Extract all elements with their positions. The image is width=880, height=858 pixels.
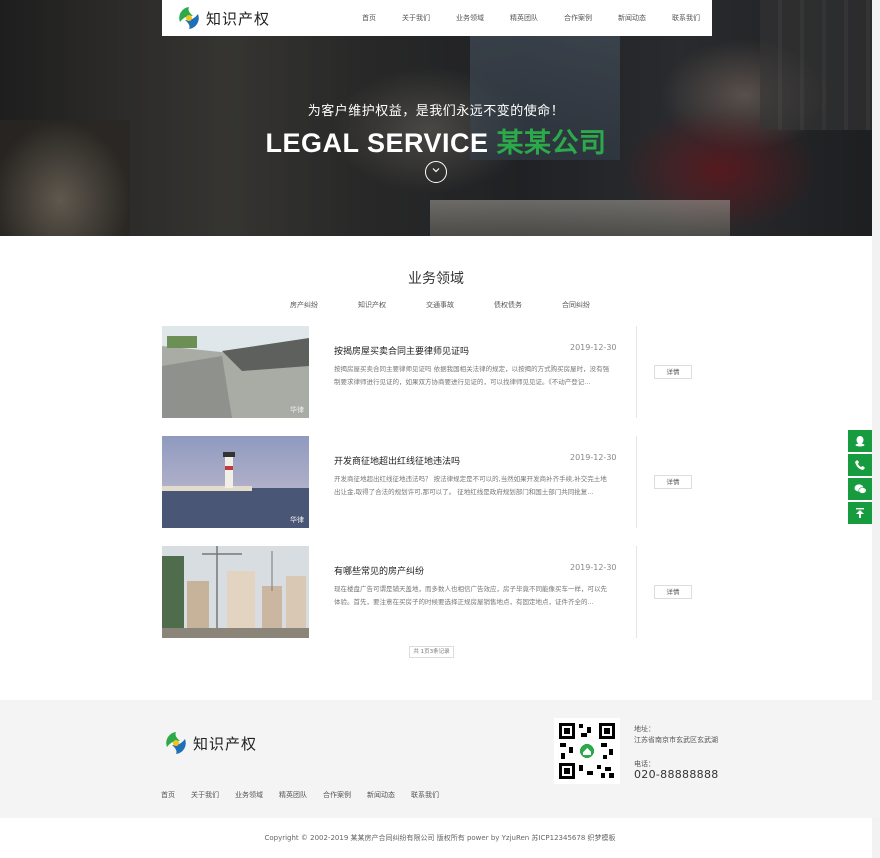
nav-item-business[interactable]: 业务领域: [456, 0, 484, 36]
nav-item-about[interactable]: 关于我们: [402, 0, 430, 36]
news-thumbnail[interactable]: 华律: [162, 436, 309, 528]
news-date: 2019-12-30: [570, 453, 617, 462]
list-item: 华律 按揭房屋买卖合同主要律师见证吗 2019-12-30 按揭房屋买卖合同主要…: [162, 326, 712, 418]
hero-title-cn: 某某公司: [496, 128, 607, 158]
footer-logo[interactable]: 知识产权: [163, 730, 257, 756]
wechat-icon[interactable]: [848, 478, 872, 500]
tab-contract-dispute[interactable]: 合同纠纷: [562, 300, 590, 310]
logo-icon: [164, 731, 188, 755]
news-title[interactable]: 有哪些常见的房产纠纷: [334, 564, 424, 577]
hero-tagline: 为客户维护权益，是我们永远不变的使命！: [307, 104, 565, 119]
logo-icon: [177, 6, 201, 30]
tab-traffic-accident[interactable]: 交通事故: [426, 300, 454, 310]
tel-number: 020-88888888: [634, 768, 719, 781]
news-summary: 现在楼盘广告可谓是铺天盖地，而多数人也相信广告效应，房子毕竟不同能像买车一样，可…: [334, 585, 607, 606]
tab-intellectual-property[interactable]: 知识产权: [358, 300, 386, 310]
nav-item-team[interactable]: 精英团队: [510, 0, 538, 36]
qq-icon[interactable]: [848, 430, 872, 452]
chevron-down-icon[interactable]: [425, 161, 447, 183]
footer-link-team[interactable]: 精英团队: [279, 790, 307, 800]
back-to-top-icon[interactable]: [848, 502, 872, 524]
list-item: 有哪些常见的房产纠纷 2019-12-30 现在楼盘广告可谓是铺天盖地，而多数人…: [162, 546, 712, 638]
address-text: 江苏省南京市玄武区玄武湖: [634, 736, 718, 744]
side-toolbar: [848, 430, 872, 526]
svg-text:华律: 华律: [290, 405, 304, 414]
news-summary: 开发商征地超出红线征地违法吗？ 按法律规定是不可以的,当然如果开发商补齐手续,补…: [334, 475, 607, 496]
divider: [636, 326, 637, 418]
detail-button[interactable]: 详情: [654, 365, 692, 379]
main-nav: 首页 关于我们 业务领域 精英团队 合作案例 新闻动态 联系我们: [336, 0, 700, 36]
divider: [636, 546, 637, 638]
section-title: 业务领域: [408, 271, 464, 287]
site-footer: 知识产权 首页 关于我们 业务领域 精英团队 合作案例 新闻动态 联系我们 地址…: [0, 700, 880, 818]
footer-link-news[interactable]: 新闻动态: [367, 790, 395, 800]
news-thumbnail[interactable]: 华律: [162, 326, 309, 418]
qr-code-icon: [554, 718, 620, 784]
news-thumbnail[interactable]: [162, 546, 309, 638]
hero-title: LEGAL SERVICE 某某公司: [0, 121, 872, 160]
nav-item-contact[interactable]: 联系我们: [672, 0, 700, 36]
footer-link-cases[interactable]: 合作案例: [323, 790, 351, 800]
news-date: 2019-12-30: [570, 563, 617, 572]
category-tabs: 房产纠纷 知识产权 交通事故 债权债务 合同纠纷: [290, 300, 590, 310]
detail-button[interactable]: 详情: [654, 585, 692, 599]
news-summary: 按揭房屋买卖合同主要律师见证吗 依据我国相关法律的规定，以按揭的方式购买房屋时，…: [334, 365, 610, 386]
footer-link-business[interactable]: 业务领域: [235, 790, 263, 800]
site-header: 知识产权 首页 关于我们 业务领域 精英团队 合作案例 新闻动态 联系我们: [162, 0, 712, 36]
phone-icon[interactable]: [848, 454, 872, 476]
tab-debt[interactable]: 债权债务: [494, 300, 522, 310]
nav-item-home[interactable]: 首页: [362, 0, 376, 36]
footer-link-home[interactable]: 首页: [161, 790, 175, 800]
site-logo[interactable]: 知识产权: [176, 5, 270, 31]
svg-text:华律: 华律: [290, 515, 304, 524]
footer-link-contact[interactable]: 联系我们: [411, 790, 439, 800]
pagination-info: 共 1页3条记录: [409, 646, 454, 658]
footer-link-about[interactable]: 关于我们: [191, 790, 219, 800]
hero-title-en: LEGAL SERVICE: [265, 128, 489, 158]
logo-text: 知识产权: [206, 9, 271, 28]
news-title[interactable]: 按揭房屋买卖合同主要律师见证吗: [334, 344, 469, 357]
logo-text: 知识产权: [193, 734, 258, 753]
news-title[interactable]: 开发商征地超出红线征地违法吗: [334, 454, 460, 467]
tab-property-dispute[interactable]: 房产纠纷: [290, 300, 318, 310]
nav-item-news[interactable]: 新闻动态: [618, 0, 646, 36]
nav-item-cases[interactable]: 合作案例: [564, 0, 592, 36]
copyright-text: Copyright © 2002-2019 某某房产合同纠纷有限公司 版权所有 …: [264, 834, 616, 842]
list-item: 华律 开发商征地超出红线征地违法吗 2019-12-30 开发商征地超出红线征地…: [162, 436, 712, 528]
detail-button[interactable]: 详情: [654, 475, 692, 489]
divider: [636, 436, 637, 528]
news-date: 2019-12-30: [570, 343, 617, 352]
address-label: 地址：: [634, 725, 655, 733]
footer-nav: 首页 关于我们 业务领域 精英团队 合作案例 新闻动态 联系我们: [161, 790, 455, 800]
